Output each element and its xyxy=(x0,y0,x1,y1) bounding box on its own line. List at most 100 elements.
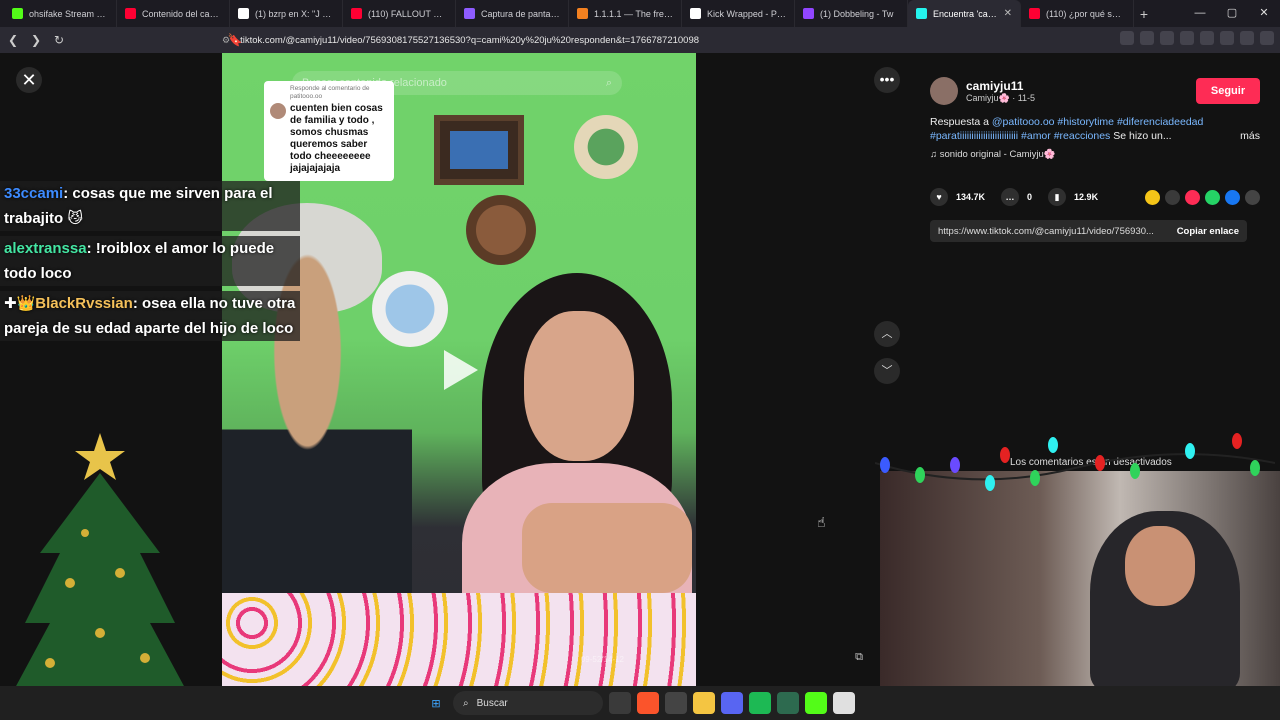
file-explorer-icon[interactable] xyxy=(693,692,715,714)
friends-share-icon[interactable] xyxy=(1185,189,1200,205)
extension-icon[interactable] xyxy=(1220,31,1234,45)
extension-icon[interactable] xyxy=(1200,31,1214,45)
extension-icon[interactable] xyxy=(1260,31,1274,45)
pip-icon[interactable]: ⧉ xyxy=(849,651,869,664)
mention-link[interactable]: @patitooo.oo xyxy=(992,116,1055,128)
chat-username: BlackRvssian xyxy=(35,295,133,312)
extension-icon[interactable] xyxy=(1120,31,1134,45)
video-link[interactable]: https://www.tiktok.com/@camiyju11/video/… xyxy=(938,226,1169,237)
bookmark-save-icon[interactable]: ▮ xyxy=(1048,188,1067,206)
close-icon[interactable]: ✕ xyxy=(16,67,42,93)
browser-tab[interactable]: (1) Dobbeling - Tw xyxy=(795,0,908,27)
play-icon[interactable] xyxy=(444,350,478,390)
tiktok-page: ✕ Buscar contenido relacionado ⌕ Respond… xyxy=(0,53,1280,688)
share-arrow-icon[interactable] xyxy=(1245,189,1260,205)
save-count: 12.9K xyxy=(1074,192,1099,202)
site-info-icon[interactable]: ⚙ xyxy=(222,35,230,46)
reload-icon[interactable]: ↻ xyxy=(49,33,69,47)
tab-close-icon[interactable]: ✕ xyxy=(1004,8,1012,19)
windows-start-icon[interactable]: ⊞ xyxy=(425,692,447,714)
christmas-tree-overlay xyxy=(15,433,185,688)
copy-link-box: https://www.tiktok.com/@camiyju11/video/… xyxy=(930,220,1247,242)
search-icon[interactable]: ⌕ xyxy=(606,77,612,90)
author-row: camiyju11 Camiyju🌸 · 11-5 Seguir xyxy=(930,77,1260,105)
browser-tab[interactable]: (110) FALLOUT 4 | PRI xyxy=(343,0,456,27)
browser-tab[interactable]: 1.1.1.1 — The free app xyxy=(569,0,682,27)
extension-icon[interactable] xyxy=(1180,31,1194,45)
more-options-icon[interactable]: ••• xyxy=(874,67,900,93)
tab-favicon-icon xyxy=(577,8,588,19)
music-note-icon: ♫ xyxy=(930,149,940,160)
wall-picture xyxy=(434,115,524,185)
extension-icon[interactable] xyxy=(1240,31,1254,45)
author-username[interactable]: camiyju11 xyxy=(966,79,1035,93)
tab-label: (110) ¿por qué se hac xyxy=(1046,8,1125,19)
chat-badge-icon: ✚👑 xyxy=(4,295,36,312)
comment-icon[interactable]: … xyxy=(1001,188,1020,206)
whatsapp-share-icon[interactable] xyxy=(1205,189,1220,205)
wall-plate xyxy=(574,115,638,179)
windows-taskbar: ⊞ ⌕ Buscar xyxy=(0,686,1280,720)
reply-comment-card: Responde al comentario de patitooo.oo cu… xyxy=(264,81,394,181)
sound-row[interactable]: ♫ sonido original - Camiyju🌸 xyxy=(930,149,1260,160)
notepad-icon[interactable] xyxy=(833,692,855,714)
taskbar-search-label: Buscar xyxy=(476,697,508,709)
follow-button[interactable]: Seguir xyxy=(1196,78,1260,104)
browser-tab[interactable]: Kick Wrapped - Proces xyxy=(682,0,795,27)
brave-browser-icon[interactable] xyxy=(637,692,659,714)
browser-toolbar: ❮ ❯ ↻ 🔖 ⚙ tiktok.com/@camiyju11/video/75… xyxy=(0,27,1280,53)
forward-icon[interactable]: ❯ xyxy=(26,33,46,47)
author-display-name: Camiyju🌸 · 11-5 xyxy=(966,92,1036,103)
taskbar-search[interactable]: ⌕ Buscar xyxy=(453,691,603,715)
facebook-share-icon[interactable] xyxy=(1225,189,1240,205)
browser-tab[interactable]: Contenido del canal - xyxy=(117,0,230,27)
extension-icon[interactable] xyxy=(1140,31,1154,45)
tab-favicon-icon xyxy=(464,8,475,19)
close-window-button[interactable]: ✕ xyxy=(1248,0,1280,27)
browser-tab[interactable]: (110) ¿por qué se hac xyxy=(1021,0,1134,27)
video-player[interactable]: Buscar contenido relacionado ⌕ Responde … xyxy=(222,53,696,686)
tab-label: Contenido del canal - xyxy=(142,8,221,19)
tab-favicon-icon xyxy=(238,8,249,19)
christmas-lights-overlay xyxy=(875,433,1275,491)
chat-message: alextranssa: !roiblox el amor lo puede t… xyxy=(0,236,300,286)
browser-tab[interactable]: ohsifake Stream - Wat xyxy=(4,0,117,27)
browser-tab[interactable]: Encuentra 'cami y ✕ xyxy=(908,0,1021,27)
extension-icon[interactable] xyxy=(1160,31,1174,45)
embed-icon[interactable] xyxy=(1165,189,1180,205)
window-controls: — ▢ ✕ xyxy=(1184,0,1280,27)
chat-username: alextranssa xyxy=(4,240,87,257)
minimize-button[interactable]: — xyxy=(1184,0,1216,27)
streamer-face xyxy=(1125,526,1195,606)
app-icon[interactable] xyxy=(777,692,799,714)
more-link[interactable]: más xyxy=(1240,129,1260,143)
browser-tab[interactable]: Captura de pantalla pc xyxy=(456,0,569,27)
person-right-arm xyxy=(522,503,692,593)
discord-icon[interactable] xyxy=(721,692,743,714)
mouse-cursor-icon: ☝ xyxy=(817,514,826,530)
address-bar-url: tiktok.com/@camiyju11/video/756930817552… xyxy=(240,34,700,46)
tab-strip: ohsifake Stream - Wat Contenido del canal… xyxy=(0,0,1280,27)
kick-icon[interactable] xyxy=(805,692,827,714)
tab-label: Kick Wrapped - Proces xyxy=(707,8,786,19)
coin-share-icon[interactable] xyxy=(1145,189,1160,205)
back-icon[interactable]: ❮ xyxy=(3,33,23,47)
tab-favicon-icon xyxy=(1029,8,1040,19)
browser-tab[interactable]: (1) bzrp en X: "J BALVI xyxy=(230,0,343,27)
wall-plate xyxy=(466,195,536,265)
maximize-button[interactable]: ▢ xyxy=(1216,0,1248,27)
task-view-icon[interactable] xyxy=(609,692,631,714)
stats-row: ♥ 134.7K … 0 ▮ 12.9K xyxy=(930,188,1260,206)
spotify-icon[interactable] xyxy=(749,692,771,714)
previous-video-button[interactable]: ︿ xyxy=(874,321,900,347)
chat-message: 33ccami: cosas que me sirven para el tra… xyxy=(0,181,300,231)
copy-link-button[interactable]: Copiar enlace xyxy=(1169,226,1247,237)
chrome-icon[interactable] xyxy=(665,692,687,714)
avatar[interactable] xyxy=(930,77,958,105)
tab-label: (1) bzrp en X: "J BALVI xyxy=(255,8,334,19)
chat-username: 33ccami xyxy=(4,185,64,202)
like-icon[interactable]: ♥ xyxy=(930,188,948,206)
new-tab-button[interactable]: + xyxy=(1134,6,1154,22)
next-video-button[interactable]: ﹀ xyxy=(874,358,900,384)
address-bar[interactable]: ⚙ tiktok.com/@camiyju11/video/7569308175… xyxy=(222,30,962,50)
